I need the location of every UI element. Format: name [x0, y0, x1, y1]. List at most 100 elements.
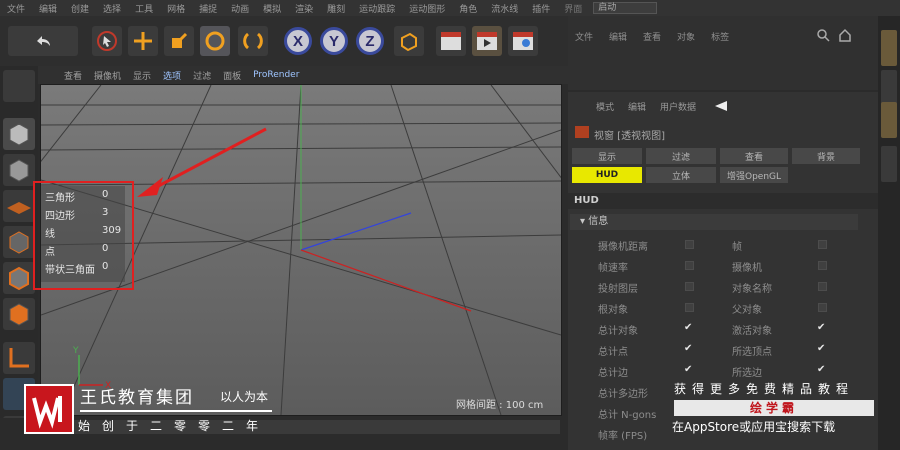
option-label: 总计 N-gons [598, 410, 657, 421]
option-checkbox[interactable] [818, 303, 827, 312]
option-checkbox[interactable] [685, 261, 694, 270]
edges-mode-button[interactable] [3, 262, 35, 294]
render-to-picture-viewer-button[interactable] [472, 26, 502, 56]
make-editable-button[interactable] [3, 70, 35, 102]
check-icon[interactable]: ✔ [817, 365, 827, 375]
option-checkbox[interactable] [818, 240, 827, 249]
om-menu-objects[interactable]: 对象 [677, 30, 695, 43]
check-icon[interactable]: ✔ [684, 344, 694, 354]
tab-filter[interactable]: 过滤 [646, 148, 716, 164]
texture-mode-button[interactable] [3, 154, 35, 186]
y-axis-lock-button[interactable]: Y [320, 27, 348, 55]
menu-simulate[interactable]: 模拟 [256, 2, 288, 15]
scale-button[interactable] [164, 26, 194, 56]
menu-snap[interactable]: 捕捉 [192, 2, 224, 15]
option-checkbox[interactable] [818, 261, 827, 270]
om-menu-view[interactable]: 查看 [643, 30, 661, 43]
menu-create[interactable]: 创建 [64, 2, 96, 15]
annotation-highlight-box [33, 181, 134, 290]
menu-pipeline[interactable]: 流水线 [484, 2, 525, 15]
cursor-icon [97, 31, 117, 51]
home-icon[interactable] [838, 28, 852, 42]
points-mode-button[interactable] [3, 226, 35, 258]
z-axis-lock-button[interactable]: Z [356, 27, 384, 55]
workplane-button[interactable] [3, 190, 35, 222]
undo-button[interactable] [8, 26, 78, 56]
menu-edit[interactable]: 编辑 [32, 2, 64, 15]
menu-file[interactable]: 文件 [0, 2, 32, 15]
viewport-menu-options[interactable]: 选项 [163, 69, 181, 82]
option-label: 父对象 [732, 305, 762, 316]
info-group-header[interactable]: ▾ 信息 [570, 214, 858, 230]
grid-spacing-label: 网格间距 : 100 cm [456, 400, 544, 411]
menu-motion-tracker[interactable]: 运动跟踪 [352, 2, 402, 15]
check-icon[interactable]: ✔ [684, 365, 694, 375]
recent-tool-icon [243, 32, 263, 50]
viewport-settings-icon [575, 126, 589, 138]
move-button[interactable] [128, 26, 158, 56]
option-checkbox[interactable] [685, 282, 694, 291]
menu-mograph[interactable]: 运动图形 [402, 2, 452, 15]
tab-objects[interactable] [881, 30, 897, 66]
layout-select[interactable]: 启动 [593, 2, 658, 14]
viewport-menu-filter[interactable]: 过滤 [193, 69, 211, 82]
axis-icon [9, 348, 29, 368]
menu-animate[interactable]: 动画 [224, 2, 256, 15]
menu-sculpt[interactable]: 雕刻 [320, 2, 352, 15]
menu-render[interactable]: 渲染 [288, 2, 320, 15]
menu-select[interactable]: 选择 [96, 2, 128, 15]
menu-character[interactable]: 角色 [452, 2, 484, 15]
tab-hud[interactable]: HUD [572, 167, 642, 183]
am-menu-mode[interactable]: 模式 [596, 100, 614, 113]
check-icon[interactable]: ✔ [817, 323, 827, 333]
om-menu-edit[interactable]: 编辑 [609, 30, 627, 43]
tab-content-browser[interactable] [881, 70, 897, 106]
tab-stereo[interactable]: 立体 [646, 167, 716, 183]
tab-layers[interactable] [881, 146, 897, 182]
menu-tools[interactable]: 工具 [128, 2, 160, 15]
viewport-menu-display[interactable]: 显示 [133, 69, 151, 82]
viewport-menu-cameras[interactable]: 摄像机 [94, 69, 121, 82]
option-checkbox[interactable] [685, 240, 694, 249]
am-menu-user-data[interactable]: 用户数据 [660, 100, 696, 113]
x-axis-lock-button[interactable]: X [284, 27, 312, 55]
check-icon[interactable]: ✔ [684, 323, 694, 333]
check-icon[interactable]: ✔ [817, 344, 827, 354]
viewport-menu-view[interactable]: 查看 [64, 69, 82, 82]
viewport-menu-panel[interactable]: 面板 [223, 69, 241, 82]
axis-mode-button[interactable] [3, 342, 35, 374]
search-icon[interactable] [816, 28, 830, 42]
rotate-button[interactable] [200, 26, 230, 56]
option-label: 总计多边形 [598, 389, 648, 400]
render-settings-button[interactable] [508, 26, 538, 56]
tab-display[interactable]: 显示 [572, 148, 642, 164]
om-menu-tags[interactable]: 标签 [711, 30, 729, 43]
promo-line-1: 获得更多免费精品教程 [674, 382, 855, 396]
menu-plugins[interactable]: 插件 [525, 2, 557, 15]
viewport-menu-prorender[interactable]: ProRender [253, 70, 299, 80]
object-manager-menu: 文件 编辑 查看 对象 标签 [575, 30, 745, 43]
option-label: 帧速率 [598, 263, 628, 274]
polygons-mode-button[interactable] [3, 298, 35, 330]
model-mode-button[interactable] [3, 118, 35, 150]
am-menu-edit[interactable]: 编辑 [628, 100, 646, 113]
cube-icon [9, 123, 29, 146]
tab-attributes[interactable] [881, 102, 897, 138]
option-checkbox[interactable] [818, 282, 827, 291]
recent-tool-button[interactable] [238, 26, 268, 56]
tab-view[interactable]: 查看 [720, 148, 788, 164]
attribute-title: 视窗 [透视视图] [594, 131, 665, 142]
info-group-label: 信息 [588, 216, 609, 227]
tab-enhanced-opengl[interactable]: 增强OpenGL [720, 167, 788, 183]
org-founded: 始创于二零零二年 [78, 419, 271, 433]
coordinate-system-button[interactable] [394, 26, 424, 56]
option-checkbox[interactable] [685, 303, 694, 312]
live-select-button[interactable] [92, 26, 122, 56]
menu-bar: 文件 编辑 创建 选择 工具 网格 捕捉 动画 模拟 渲染 雕刻 运动跟踪 运动… [0, 0, 900, 16]
om-menu-file[interactable]: 文件 [575, 30, 593, 43]
option-label: 投射图层 [598, 284, 638, 295]
render-view-button[interactable] [436, 26, 466, 56]
menu-mesh[interactable]: 网格 [160, 2, 192, 15]
tab-background[interactable]: 背景 [792, 148, 860, 164]
back-arrow-icon[interactable] [714, 100, 728, 112]
